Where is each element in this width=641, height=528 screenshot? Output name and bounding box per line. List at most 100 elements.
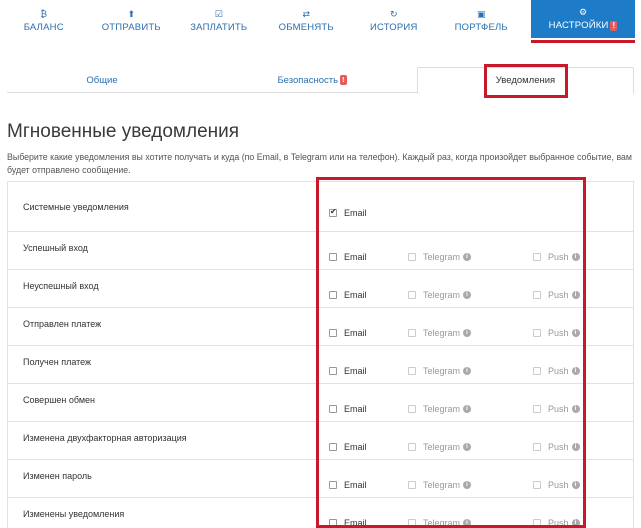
telegram-checkbox[interactable]: Telegram i xyxy=(408,366,472,376)
checkbox[interactable] xyxy=(329,207,337,217)
info-icon[interactable]: i xyxy=(571,443,580,451)
nav-label: ЗАПЛАТИТЬ xyxy=(190,22,248,33)
nav-balance[interactable]: ₿ БАЛАНС xyxy=(0,0,88,42)
telegram-label: Telegram xyxy=(423,480,461,490)
email-checkbox[interactable]: Email xyxy=(329,252,367,262)
telegram-checkbox[interactable]: Telegram i xyxy=(408,442,472,452)
email-label: Email xyxy=(344,442,367,452)
info-icon[interactable]: i xyxy=(463,481,472,489)
nav-settings[interactable]: ⚙ НАСТРОЙКИ! xyxy=(531,0,635,38)
checkbox[interactable] xyxy=(408,329,416,337)
checkbox[interactable] xyxy=(533,519,541,527)
row-label: Изменены уведомления xyxy=(23,509,125,519)
checkbox[interactable] xyxy=(408,519,416,527)
table-row: Отправлен платеж Email Telegram i Push i xyxy=(8,308,633,346)
telegram-checkbox[interactable]: Telegram i xyxy=(408,404,472,414)
push-label: Push xyxy=(548,328,569,338)
highlight-underline xyxy=(531,40,635,43)
checkbox[interactable] xyxy=(533,481,541,489)
checkbox[interactable] xyxy=(329,519,337,527)
info-icon[interactable]: i xyxy=(463,329,472,337)
email-label: Email xyxy=(344,290,367,300)
push-checkbox[interactable]: Push i xyxy=(533,442,580,452)
info-icon[interactable]: i xyxy=(571,253,580,261)
push-checkbox[interactable]: Push i xyxy=(533,252,580,262)
info-icon[interactable]: i xyxy=(463,405,472,413)
info-icon[interactable]: i xyxy=(463,291,472,299)
checkbox[interactable] xyxy=(408,405,416,413)
checkbox[interactable] xyxy=(329,367,337,375)
push-checkbox[interactable]: Push i xyxy=(533,366,580,376)
row-label: Совершен обмен xyxy=(23,395,96,405)
nav-send[interactable]: ⬆ ОТПРАВИТЬ xyxy=(88,0,176,42)
push-checkbox[interactable]: Push i xyxy=(533,290,580,300)
info-icon[interactable]: i xyxy=(571,405,580,413)
telegram-checkbox[interactable]: Telegram i xyxy=(408,518,472,528)
nav-portfolio[interactable]: ▣ ПОРТФЕЛЬ xyxy=(438,0,526,42)
tab-general[interactable]: Общие xyxy=(7,67,197,93)
email-checkbox[interactable]: Email xyxy=(329,518,367,528)
checkbox[interactable] xyxy=(533,291,541,299)
push-label: Push xyxy=(548,442,569,452)
checkbox[interactable] xyxy=(408,443,416,451)
info-icon[interactable]: i xyxy=(571,481,580,489)
email-checkbox[interactable]: Email xyxy=(329,404,367,414)
email-checkbox[interactable]: Email xyxy=(329,442,367,452)
info-icon[interactable]: i xyxy=(571,329,580,337)
nav-pay[interactable]: ☑ ЗАПЛАТИТЬ xyxy=(175,0,263,42)
row-label: Неуспешный вход xyxy=(23,281,99,291)
push-checkbox[interactable]: Push i xyxy=(533,404,580,414)
checkbox[interactable] xyxy=(408,253,416,261)
info-icon[interactable]: i xyxy=(463,519,472,527)
push-checkbox[interactable]: Push i xyxy=(533,480,580,490)
email-checkbox[interactable]: Email xyxy=(329,366,367,376)
info-icon[interactable]: i xyxy=(571,519,580,527)
checkbox[interactable] xyxy=(533,367,541,375)
telegram-label: Telegram xyxy=(423,404,461,414)
checkbox[interactable] xyxy=(533,443,541,451)
email-checkbox[interactable]: Email xyxy=(329,328,367,338)
info-icon[interactable]: i xyxy=(571,367,580,375)
table-row: Системные уведомления Email xyxy=(8,182,633,232)
checkbox[interactable] xyxy=(329,443,337,451)
alert-badge: ! xyxy=(340,75,347,85)
telegram-checkbox[interactable]: Telegram i xyxy=(408,328,472,338)
push-checkbox[interactable]: Push i xyxy=(533,328,580,338)
nav-history[interactable]: ↻ ИСТОРИЯ xyxy=(350,0,438,42)
checkbox[interactable] xyxy=(533,329,541,337)
nav-exchange[interactable]: ⇄ ОБМЕНЯТЬ xyxy=(263,0,351,42)
push-label: Push xyxy=(548,366,569,376)
telegram-checkbox[interactable]: Telegram i xyxy=(408,252,472,262)
info-icon[interactable]: i xyxy=(463,253,472,261)
tab-security[interactable]: Безопасность ! xyxy=(207,67,417,93)
email-checkbox[interactable]: Email xyxy=(329,480,367,490)
history-icon: ↻ xyxy=(389,9,398,19)
telegram-label: Telegram xyxy=(423,328,461,338)
checkbox[interactable] xyxy=(329,291,337,299)
info-icon[interactable]: i xyxy=(571,291,580,299)
telegram-checkbox[interactable]: Telegram i xyxy=(408,480,472,490)
table-row: Совершен обмен Email Telegram i Push i xyxy=(8,384,633,422)
push-checkbox[interactable]: Push i xyxy=(533,518,580,528)
email-checkbox[interactable]: Email xyxy=(329,290,367,300)
checkbox[interactable] xyxy=(329,329,337,337)
checkbox[interactable] xyxy=(329,481,337,489)
checkbox[interactable] xyxy=(533,253,541,261)
checkbox[interactable] xyxy=(408,367,416,375)
tab-notifications[interactable]: Уведомления xyxy=(417,67,634,94)
email-checkbox[interactable]: Email xyxy=(329,207,367,218)
checkbox[interactable] xyxy=(408,481,416,489)
checkbox[interactable] xyxy=(408,291,416,299)
checkbox[interactable] xyxy=(533,405,541,413)
row-label: Изменена двухфакторная авторизация xyxy=(23,433,187,443)
info-icon[interactable]: i xyxy=(463,367,472,375)
checkbox[interactable] xyxy=(329,253,337,261)
table-row: Изменены уведомления Email Telegram i Pus… xyxy=(8,498,633,528)
nav-label: ПОРТФЕЛЬ xyxy=(454,22,508,33)
exchange-icon: ⇄ xyxy=(302,9,311,19)
telegram-checkbox[interactable]: Telegram i xyxy=(408,290,472,300)
table-row: Изменен пароль Email Telegram i Push i xyxy=(8,460,633,498)
info-icon[interactable]: i xyxy=(463,443,472,451)
checkbox[interactable] xyxy=(329,405,337,413)
upload-icon: ⬆ xyxy=(127,9,136,19)
